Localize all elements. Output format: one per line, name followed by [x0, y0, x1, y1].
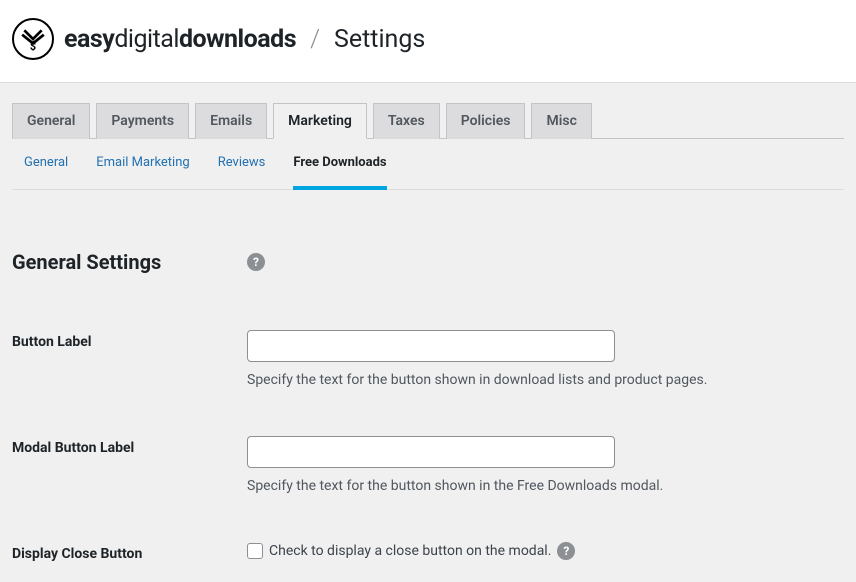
settings-form: General Settings ? Button Label Specify …: [12, 190, 844, 582]
button-label-help: Specify the text for the button shown in…: [247, 372, 844, 388]
primary-tabs: General Payments Emails Marketing Taxes …: [12, 83, 844, 139]
display-close-label: Display Close Button: [12, 542, 247, 562]
display-close-checkbox[interactable]: [247, 543, 263, 559]
brand-name: easydigitaldownloads: [64, 25, 296, 54]
subtab-email-marketing[interactable]: Email Marketing: [96, 155, 189, 190]
help-icon[interactable]: ?: [247, 253, 265, 271]
section-title: General Settings: [12, 250, 161, 274]
button-label-row: Button Label Specify the text for the bu…: [12, 330, 844, 388]
tab-marketing[interactable]: Marketing: [273, 103, 367, 139]
tab-misc[interactable]: Misc: [531, 103, 591, 139]
subtab-general[interactable]: General: [24, 155, 68, 190]
modal-button-label-help: Specify the text for the button shown in…: [247, 478, 844, 494]
display-close-row: Display Close Button Check to display a …: [12, 542, 844, 562]
subtab-free-downloads[interactable]: Free Downloads: [293, 155, 386, 190]
button-label-input[interactable]: [247, 330, 615, 362]
tab-general[interactable]: General: [12, 103, 90, 139]
modal-button-label-label: Modal Button Label: [12, 436, 247, 456]
secondary-tabs: General Email Marketing Reviews Free Dow…: [12, 139, 844, 190]
edd-logo-icon: $: [20, 26, 46, 52]
tab-policies[interactable]: Policies: [446, 103, 526, 139]
brand-logo: $: [12, 18, 54, 60]
tab-taxes[interactable]: Taxes: [373, 103, 440, 139]
subtab-reviews[interactable]: Reviews: [218, 155, 266, 190]
button-label-label: Button Label: [12, 330, 247, 350]
page-header: $ easydigitaldownloads / Settings: [0, 0, 856, 83]
display-close-checkbox-label: Check to display a close button on the m…: [269, 543, 551, 559]
modal-button-label-input[interactable]: [247, 436, 615, 468]
tab-emails[interactable]: Emails: [195, 103, 267, 139]
section-heading-row: General Settings ?: [12, 250, 844, 274]
breadcrumb-separator: /: [310, 25, 320, 54]
tab-payments[interactable]: Payments: [96, 103, 189, 139]
page-title: Settings: [334, 25, 425, 54]
modal-button-label-row: Modal Button Label Specify the text for …: [12, 436, 844, 494]
svg-text:$: $: [30, 40, 36, 52]
help-icon[interactable]: ?: [557, 542, 575, 560]
